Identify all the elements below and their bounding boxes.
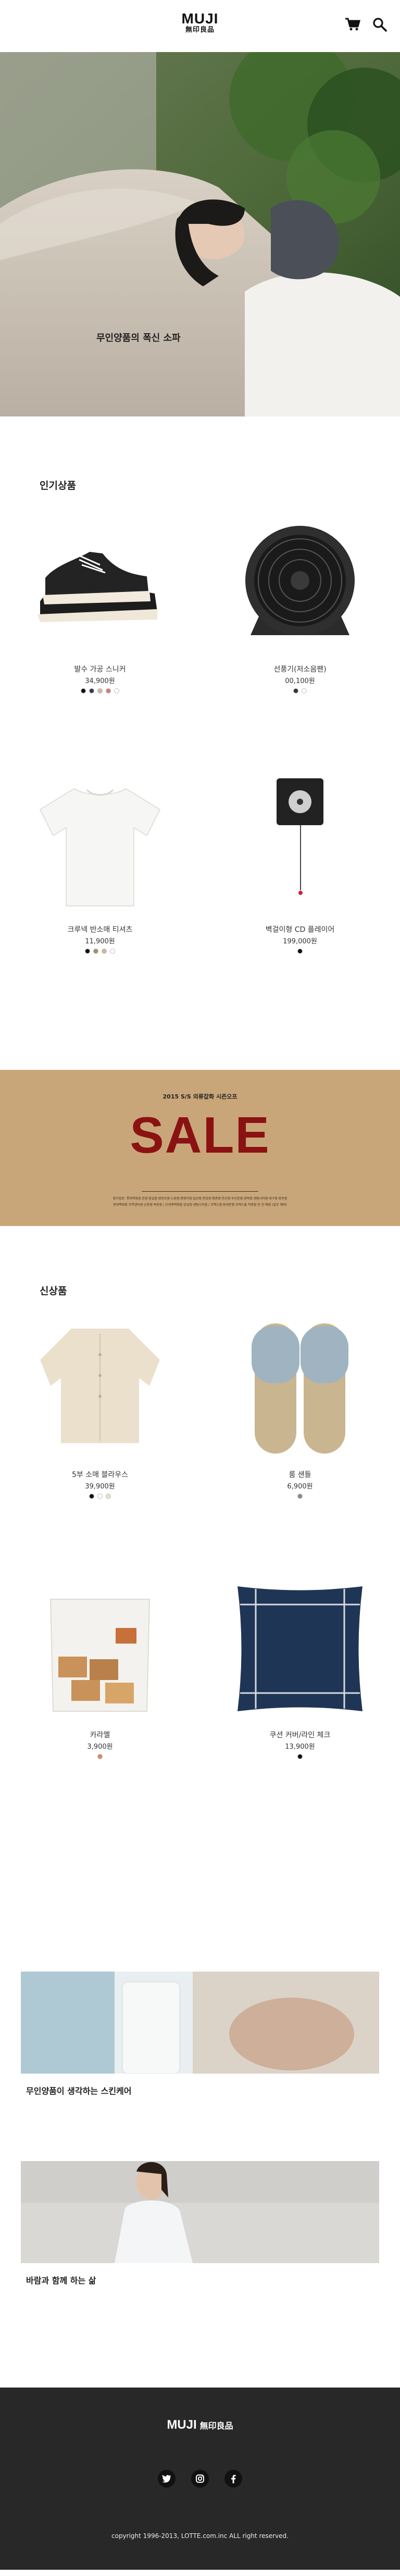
product-name: 크루넥 반소매 티셔츠 bbox=[67, 926, 133, 934]
banner-caption: 무인양품이 생각하는 스킨케어 bbox=[26, 2086, 132, 2096]
product-price: 11,900원 bbox=[85, 938, 115, 945]
product-card[interactable]: 선풍기(저소음팬) 00,100원 bbox=[200, 500, 400, 760]
facebook-icon[interactable] bbox=[224, 2470, 242, 2487]
product-card[interactable]: 카라멜 3,900원 bbox=[0, 1565, 200, 1826]
product-name: 5부 소매 블라우스 bbox=[72, 1471, 128, 1479]
footer-logo[interactable]: MUJI 無印良品 bbox=[0, 2418, 400, 2432]
product-name: 발수 가공 스니커 bbox=[74, 665, 126, 674]
product-card[interactable]: 쿠션 커버/라인 체크 13,900원 bbox=[200, 1565, 400, 1826]
color-swatches bbox=[0, 1754, 200, 1759]
color-swatch[interactable] bbox=[106, 1494, 111, 1499]
product-price: 3,900원 bbox=[87, 1743, 113, 1751]
skincare-banner[interactable]: 무인양품이 생각하는 스킨케어 bbox=[0, 1972, 400, 2097]
product-price: 39,900원 bbox=[85, 1483, 115, 1491]
site-footer: MUJI 無印良品 copyright 1996-2013, LOTTE.com.… bbox=[0, 2388, 400, 2570]
product-price: 199,000원 bbox=[283, 938, 317, 945]
copyright: copyright 1996-2013, LOTTE.com.inc ALL r… bbox=[111, 2532, 289, 2540]
color-swatch[interactable] bbox=[114, 688, 119, 693]
color-swatch[interactable] bbox=[81, 688, 86, 693]
logo-cjk: 無印良品 bbox=[185, 26, 215, 34]
color-swatches bbox=[0, 1494, 200, 1499]
product-name: 쿠션 커버/라인 체크 bbox=[269, 1731, 331, 1739]
footer-logo-latin: MUJI bbox=[167, 2418, 197, 2432]
product-card[interactable]: 크루넥 반소매 티셔츠 11,900원 bbox=[0, 760, 200, 1020]
color-swatch[interactable] bbox=[102, 949, 107, 954]
search-icon[interactable] bbox=[371, 16, 389, 33]
twitter-icon[interactable] bbox=[158, 2470, 176, 2487]
hero-banner[interactable]: 무인양품의 폭신 소파 bbox=[0, 52, 400, 416]
color-swatches bbox=[200, 949, 400, 954]
color-swatch[interactable] bbox=[93, 949, 98, 954]
sale-fine-print: 현대백화점 무역센터점·신촌점·목동점 / 신세계백화점 강남점·센텀시티점 /… bbox=[113, 1203, 287, 1207]
color-swatch[interactable] bbox=[97, 1754, 103, 1759]
color-swatch[interactable] bbox=[97, 688, 103, 693]
color-swatch[interactable] bbox=[302, 688, 307, 693]
divider bbox=[142, 1191, 258, 1192]
footer-logo-cjk: 無印良品 bbox=[199, 2421, 233, 2431]
product-image bbox=[38, 552, 157, 622]
color-swatch[interactable] bbox=[110, 949, 115, 954]
logo-latin: MUJI bbox=[181, 10, 219, 27]
color-swatch[interactable] bbox=[297, 949, 303, 954]
banner-caption: 바람과 함께 하는 삶 bbox=[26, 2276, 96, 2285]
muji-logo[interactable]: MUJI 無印良品 bbox=[182, 11, 219, 34]
hero-caption: 무인양품의 폭신 소파 bbox=[96, 333, 181, 344]
product-price: 13,900원 bbox=[285, 1743, 315, 1751]
product-image bbox=[245, 526, 355, 635]
product-image bbox=[49, 1599, 151, 1712]
color-swatches bbox=[200, 688, 400, 693]
popular-grid: 발수 가공 스니커 34,900원 선풍기(저소음팬) 00,100원 크루넥 … bbox=[0, 500, 400, 1020]
banner-image bbox=[21, 1972, 379, 2074]
instagram-icon[interactable] bbox=[191, 2470, 209, 2487]
cart-icon[interactable] bbox=[344, 16, 361, 33]
color-swatch[interactable] bbox=[297, 1754, 303, 1759]
sale-fine-print: 참가점포: 롯데백화점 본점·잠실점·영등포점·노원점·청량리점·일산점·분당점… bbox=[113, 1197, 288, 1201]
color-swatch[interactable] bbox=[293, 688, 298, 693]
color-swatches bbox=[0, 688, 200, 693]
new-items-grid: 5부 소매 블라우스 39,900원 룸 샌들 6,900원 카라멜 3,900… bbox=[0, 1305, 400, 1826]
color-swatch[interactable] bbox=[85, 949, 90, 954]
new-section-header: 신상품 bbox=[0, 1226, 400, 1297]
banner-image bbox=[21, 2161, 379, 2263]
product-name: 벽걸이형 CD 플레이어 bbox=[265, 926, 335, 934]
product-price: 00,100원 bbox=[285, 677, 315, 685]
color-swatch[interactable] bbox=[89, 1494, 94, 1499]
color-swatches bbox=[200, 1754, 400, 1759]
product-name: 카라멜 bbox=[90, 1731, 110, 1739]
color-swatches bbox=[0, 949, 200, 954]
product-price: 6,900원 bbox=[287, 1483, 313, 1491]
product-card[interactable]: 룸 샌들 6,900원 bbox=[200, 1305, 400, 1565]
product-image bbox=[40, 1329, 160, 1443]
product-price: 34,900원 bbox=[85, 677, 115, 685]
color-swatch[interactable] bbox=[106, 688, 111, 693]
product-image bbox=[252, 1323, 348, 1454]
lifestyle-banner[interactable]: 바람과 함께 하는 삶 bbox=[0, 2161, 400, 2286]
product-card[interactable]: 발수 가공 스니커 34,900원 bbox=[0, 500, 200, 760]
product-image bbox=[39, 788, 161, 906]
product-image bbox=[238, 1586, 362, 1711]
product-name: 룸 샌들 bbox=[289, 1471, 311, 1479]
product-card[interactable]: 벽걸이형 CD 플레이어 199,000원 bbox=[200, 760, 400, 1020]
social-links bbox=[0, 2470, 400, 2487]
product-card[interactable]: 5부 소매 블라우스 39,900원 bbox=[0, 1305, 200, 1565]
site-header: MUJI 無印良品 bbox=[0, 0, 400, 52]
product-image bbox=[277, 778, 323, 895]
sale-kicker: 2015 S/S 의류잡화 시즌오프 bbox=[162, 1093, 238, 1100]
color-swatches bbox=[200, 1494, 400, 1499]
product-name: 선풍기(저소음팬) bbox=[273, 665, 327, 674]
color-swatch[interactable] bbox=[97, 1494, 103, 1499]
color-swatch[interactable] bbox=[89, 688, 94, 693]
color-swatch[interactable] bbox=[297, 1494, 303, 1499]
hero-image bbox=[0, 52, 400, 416]
popular-section-header: 인기상품 bbox=[0, 416, 400, 491]
sale-banner[interactable]: 2015 S/S 의류잡화 시즌오프 SALE 참가점포: 롯데백화점 본점·잠… bbox=[0, 1070, 400, 1226]
sale-heading: SALE bbox=[130, 1106, 270, 1164]
